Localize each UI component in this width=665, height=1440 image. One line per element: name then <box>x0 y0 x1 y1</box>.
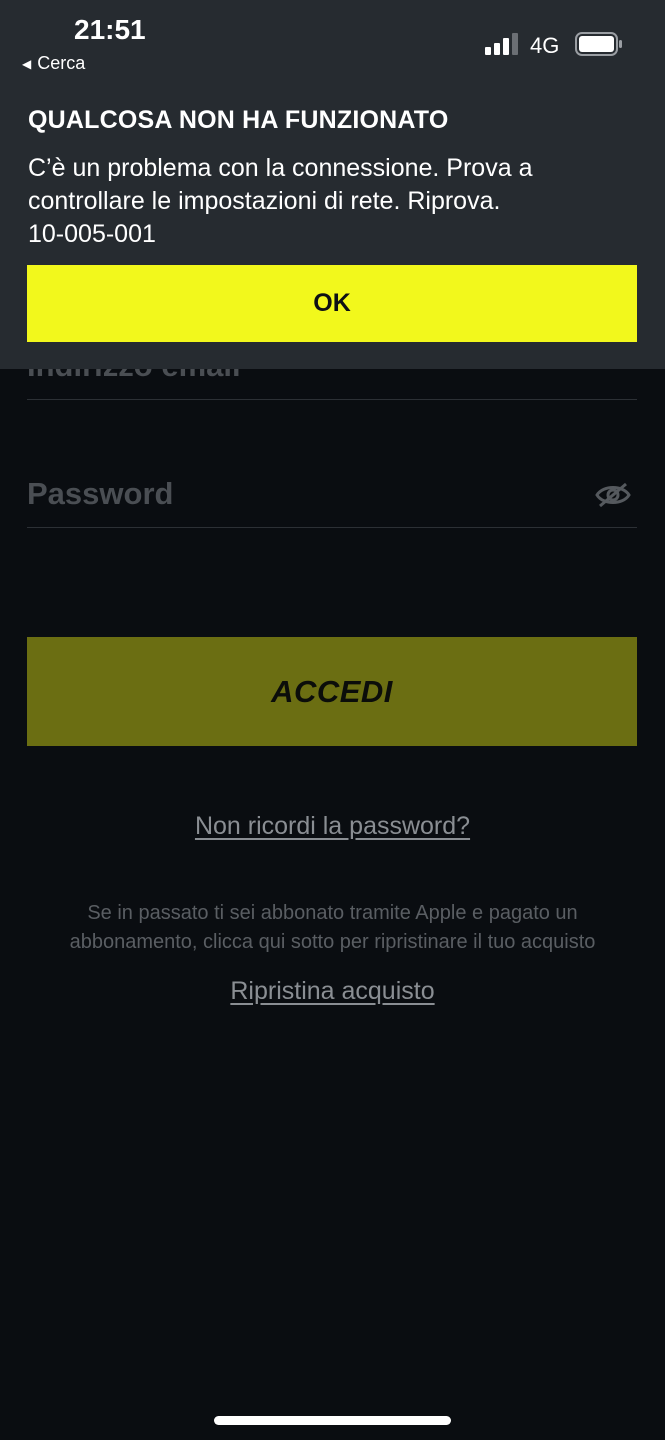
signal-bars-icon <box>485 33 519 55</box>
password-input[interactable]: Password <box>27 476 173 512</box>
back-triangle-icon: ◀ <box>22 56 32 71</box>
home-indicator[interactable] <box>214 1416 451 1425</box>
network-type: 4G <box>530 33 560 58</box>
login-screen: Indirizzo email Password ACCEDI Non rico… <box>0 0 665 1440</box>
restore-note-line: abbonamento, clicca qui sotto per ripris… <box>69 931 596 953</box>
back-app-label: Cerca <box>37 53 86 73</box>
restore-purchase-link[interactable]: Ripristina acquisto <box>0 977 665 1006</box>
login-button[interactable]: ACCEDI <box>27 637 637 746</box>
alert-message-line: controllare le impostazioni di rete. Rip… <box>28 187 501 215</box>
status-time: 21:51 <box>74 14 146 45</box>
password-field[interactable]: Password <box>27 460 637 528</box>
status-bar: 21:51 ◀ Cerca 4G <box>0 0 665 90</box>
error-code: 10-005-001 <box>28 220 156 248</box>
battery-icon <box>575 32 623 56</box>
eye-slash-icon[interactable] <box>595 482 631 508</box>
restore-note-line: Se in passato ti sei abbonato tramite Ap… <box>87 902 578 924</box>
forgot-password-link[interactable]: Non ricordi la password? <box>0 812 665 841</box>
alert-message: C’è un problema con la connessione. Prov… <box>28 152 638 251</box>
alert-title: QUALCOSA NON HA FUNZIONATO <box>28 106 449 134</box>
back-to-app-link[interactable]: ◀ Cerca <box>22 53 85 74</box>
error-banner: 21:51 ◀ Cerca 4G QUALCOSA NON HA FUNZION… <box>0 0 665 369</box>
alert-message-line: C’è un problema con la connessione. Prov… <box>28 154 533 182</box>
restore-note: Se in passato ti sei abbonato tramite Ap… <box>20 899 645 957</box>
ok-button[interactable]: OK <box>27 265 637 342</box>
